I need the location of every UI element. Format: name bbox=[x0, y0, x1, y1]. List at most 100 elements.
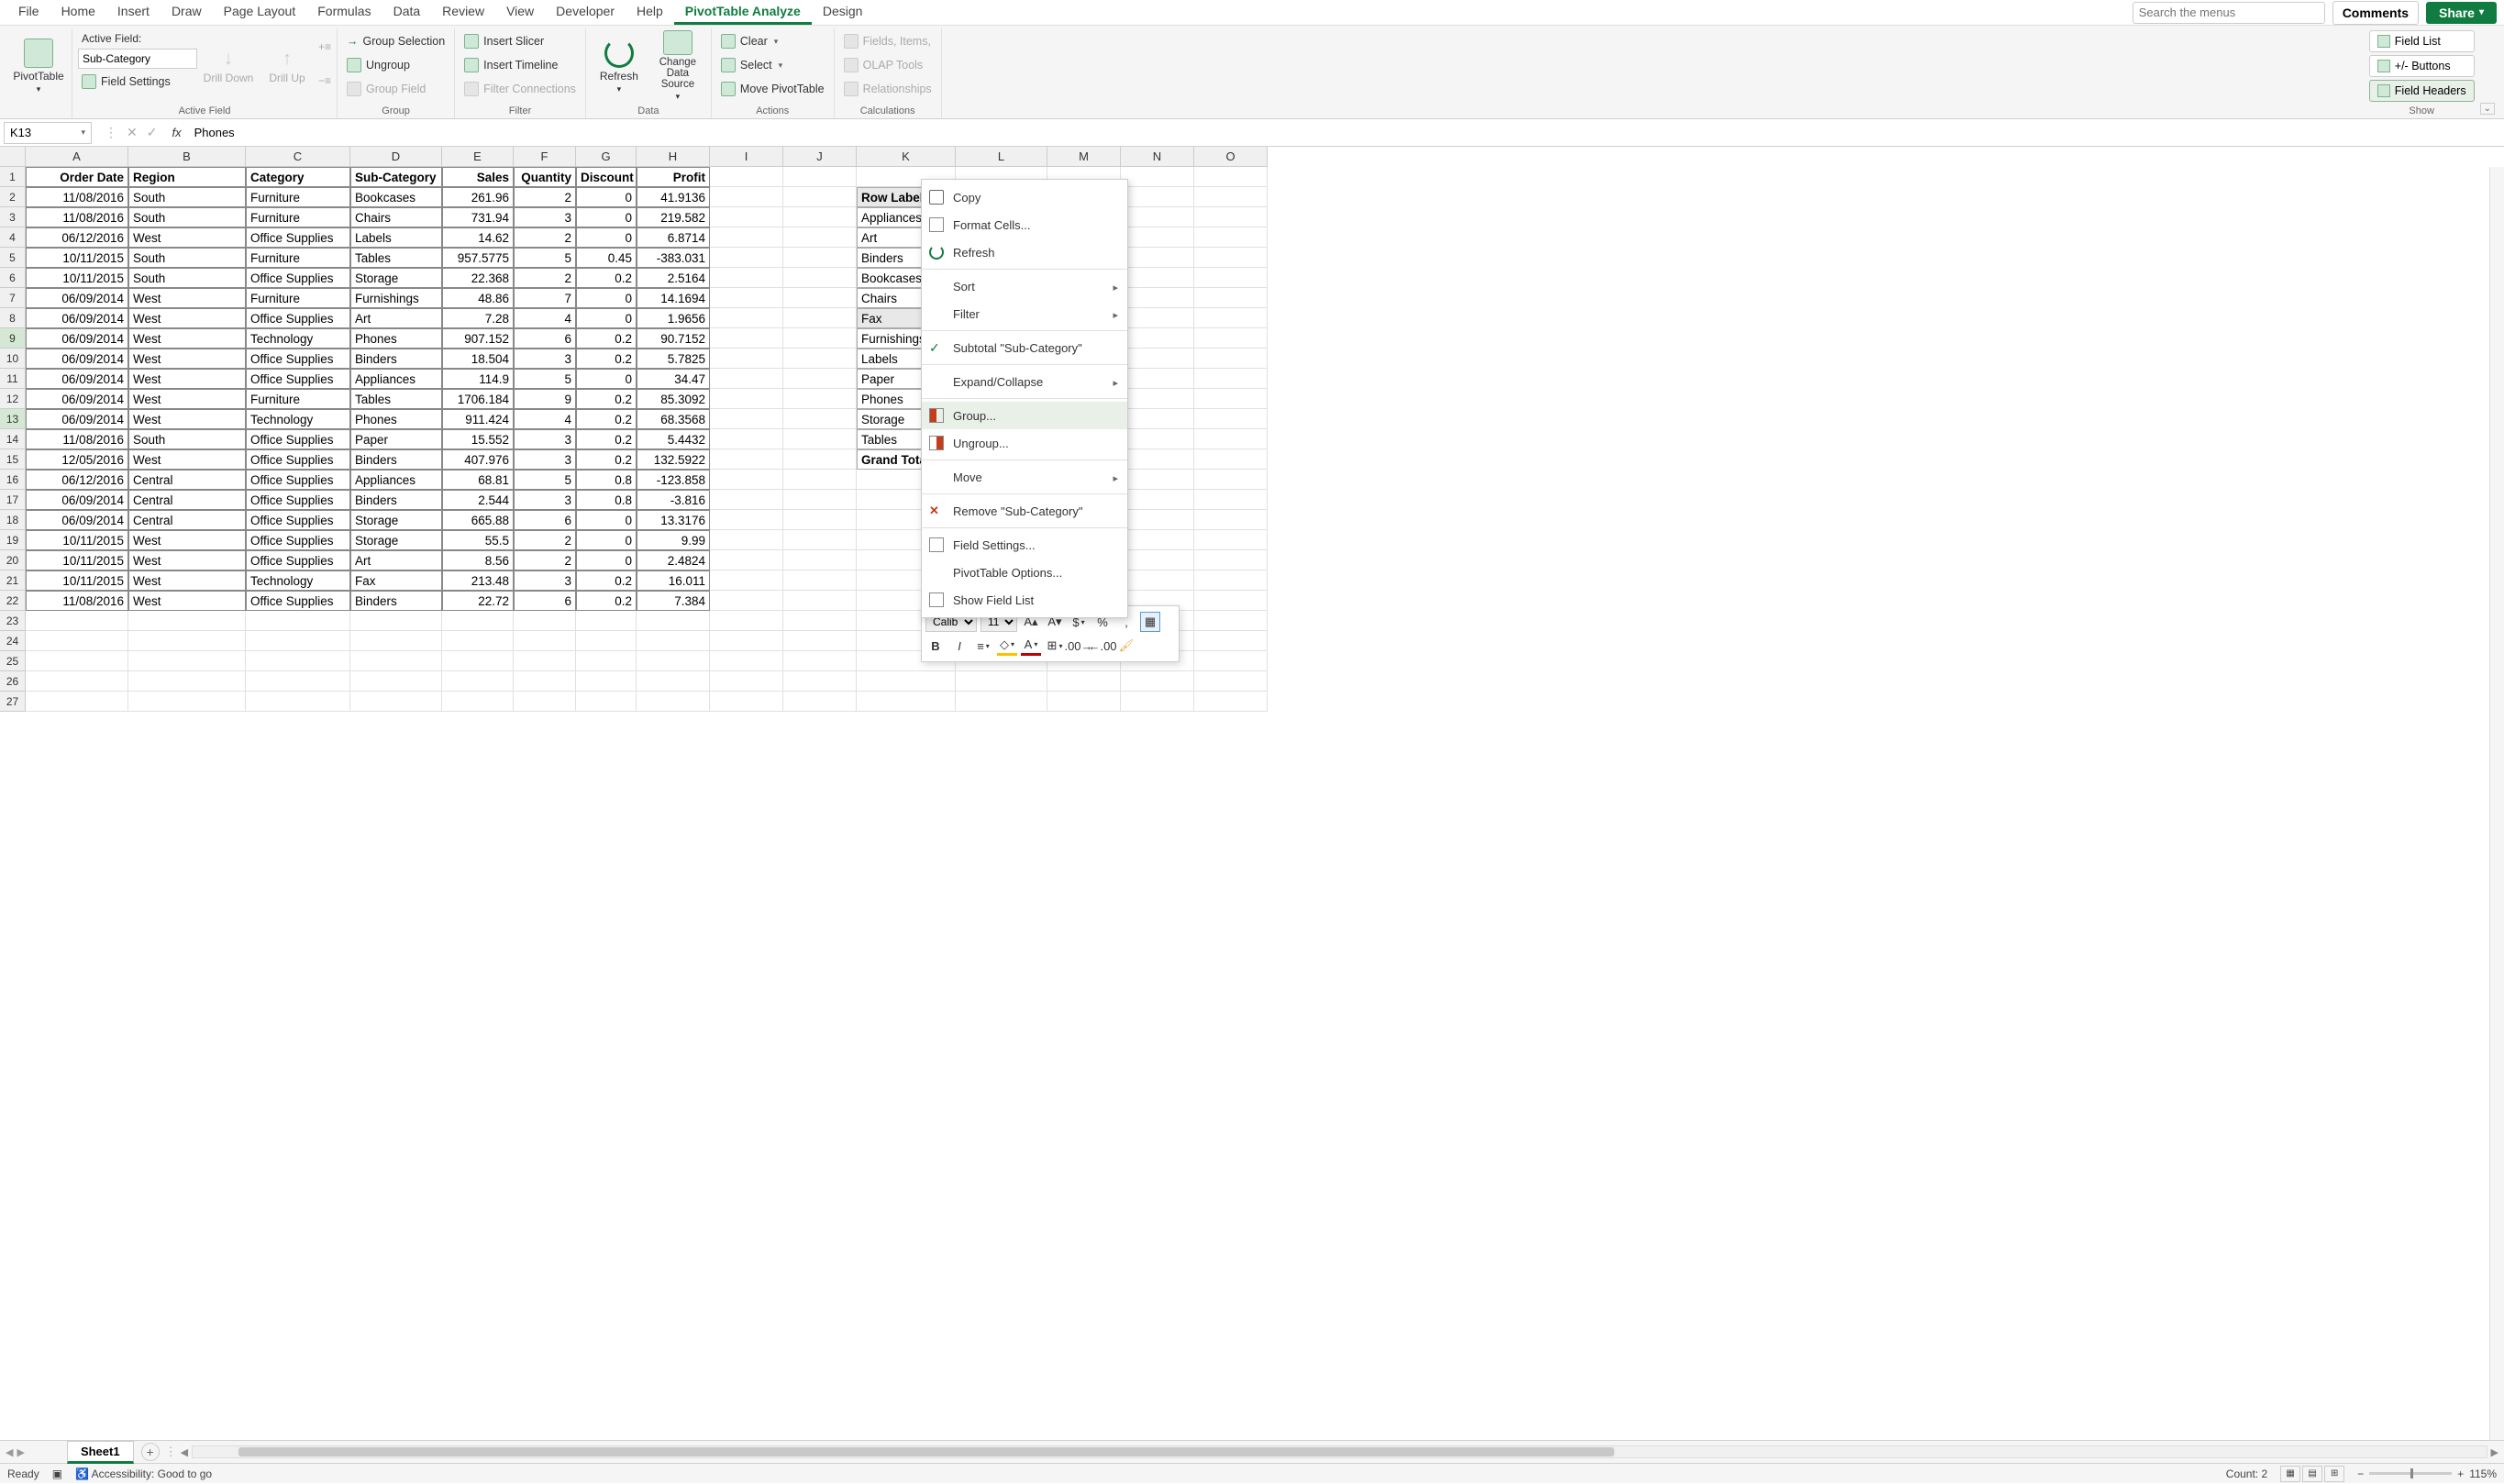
ctx-move[interactable]: Move bbox=[922, 463, 1127, 491]
cell[interactable] bbox=[1121, 692, 1194, 712]
cell[interactable]: 2 bbox=[514, 550, 576, 570]
cell[interactable]: 0.2 bbox=[576, 389, 637, 409]
cell[interactable]: 3 bbox=[514, 449, 576, 470]
cell[interactable] bbox=[1121, 268, 1194, 288]
cell[interactable] bbox=[710, 429, 783, 449]
cell[interactable]: Binders bbox=[350, 490, 442, 510]
menu-tab-pivottable-analyze[interactable]: PivotTable Analyze bbox=[674, 0, 812, 25]
cell[interactable]: 85.3092 bbox=[637, 389, 710, 409]
cell[interactable]: 06/09/2014 bbox=[26, 328, 128, 349]
row-header[interactable]: 5 bbox=[0, 248, 26, 268]
add-sheet-button[interactable]: + bbox=[141, 1443, 160, 1461]
cell[interactable]: Appliances bbox=[350, 470, 442, 490]
cell[interactable] bbox=[1194, 268, 1268, 288]
cell[interactable]: 06/09/2014 bbox=[26, 308, 128, 328]
cell[interactable]: West bbox=[128, 449, 246, 470]
formula-input[interactable] bbox=[187, 122, 2504, 144]
cell[interactable]: Office Supplies bbox=[246, 490, 350, 510]
cell[interactable]: Bookcases bbox=[350, 187, 442, 207]
decrease-decimal-icon[interactable]: ←.00 bbox=[1092, 636, 1113, 656]
cell[interactable]: Storage bbox=[350, 268, 442, 288]
cell[interactable] bbox=[442, 611, 514, 631]
format-painter-icon[interactable]: 🖌 bbox=[1116, 636, 1136, 656]
select-all-corner[interactable] bbox=[0, 147, 26, 167]
cell[interactable]: 06/09/2014 bbox=[26, 389, 128, 409]
cell[interactable]: 68.3568 bbox=[637, 409, 710, 429]
cell[interactable]: 0.8 bbox=[576, 490, 637, 510]
cell[interactable]: 0 bbox=[576, 550, 637, 570]
cell[interactable]: Central bbox=[128, 470, 246, 490]
cell[interactable] bbox=[26, 611, 128, 631]
cell[interactable]: 10/11/2015 bbox=[26, 530, 128, 550]
col-header[interactable]: H bbox=[637, 147, 710, 167]
row-header[interactable]: 18 bbox=[0, 510, 26, 530]
cell[interactable]: 11/08/2016 bbox=[26, 429, 128, 449]
cell[interactable]: Furnishings bbox=[350, 288, 442, 308]
cell[interactable]: Sales bbox=[442, 167, 514, 187]
cell[interactable] bbox=[1047, 692, 1121, 712]
cell[interactable]: 10/11/2015 bbox=[26, 268, 128, 288]
cell[interactable] bbox=[783, 227, 857, 248]
cell[interactable]: 3 bbox=[514, 490, 576, 510]
cell[interactable]: 0.2 bbox=[576, 570, 637, 591]
cell[interactable] bbox=[1121, 429, 1194, 449]
cell[interactable]: Office Supplies bbox=[246, 227, 350, 248]
cell[interactable]: Art bbox=[350, 550, 442, 570]
cell[interactable] bbox=[1121, 490, 1194, 510]
cell[interactable]: 90.7152 bbox=[637, 328, 710, 349]
cell[interactable]: 0.2 bbox=[576, 449, 637, 470]
cell[interactable]: 06/09/2014 bbox=[26, 349, 128, 369]
cell[interactable]: 911.424 bbox=[442, 409, 514, 429]
cell[interactable]: 0 bbox=[576, 187, 637, 207]
cell[interactable]: Binders bbox=[350, 349, 442, 369]
menu-tab-developer[interactable]: Developer bbox=[545, 0, 626, 25]
cell[interactable] bbox=[1194, 288, 1268, 308]
row-header[interactable]: 14 bbox=[0, 429, 26, 449]
row-header[interactable]: 22 bbox=[0, 591, 26, 611]
cell[interactable] bbox=[710, 550, 783, 570]
cell[interactable] bbox=[1194, 449, 1268, 470]
cell[interactable]: 5 bbox=[514, 369, 576, 389]
cell[interactable] bbox=[710, 308, 783, 328]
cell[interactable] bbox=[710, 570, 783, 591]
row-header[interactable]: 27 bbox=[0, 692, 26, 712]
col-header[interactable]: C bbox=[246, 147, 350, 167]
cell[interactable] bbox=[1121, 288, 1194, 308]
cell[interactable] bbox=[1121, 550, 1194, 570]
col-header[interactable]: L bbox=[956, 147, 1047, 167]
cell[interactable]: 2.544 bbox=[442, 490, 514, 510]
cell[interactable] bbox=[1194, 308, 1268, 328]
cell[interactable] bbox=[637, 611, 710, 631]
cell[interactable]: Office Supplies bbox=[246, 510, 350, 530]
cell[interactable]: 5 bbox=[514, 248, 576, 268]
cell[interactable]: Furniture bbox=[246, 187, 350, 207]
cell[interactable]: Office Supplies bbox=[246, 449, 350, 470]
cell[interactable] bbox=[26, 692, 128, 712]
cell[interactable]: Binders bbox=[350, 449, 442, 470]
cell[interactable]: West bbox=[128, 227, 246, 248]
cell[interactable]: Office Supplies bbox=[246, 429, 350, 449]
cell[interactable] bbox=[783, 470, 857, 490]
menu-tab-view[interactable]: View bbox=[495, 0, 545, 25]
row-header[interactable]: 24 bbox=[0, 631, 26, 651]
cell[interactable] bbox=[710, 651, 783, 671]
cell[interactable] bbox=[710, 389, 783, 409]
cell[interactable] bbox=[857, 671, 956, 692]
cell[interactable]: West bbox=[128, 369, 246, 389]
cell[interactable] bbox=[128, 671, 246, 692]
cell[interactable] bbox=[1194, 207, 1268, 227]
row-header[interactable]: 21 bbox=[0, 570, 26, 591]
cell[interactable]: Phones bbox=[350, 409, 442, 429]
cell[interactable] bbox=[1194, 490, 1268, 510]
ribbon-collapse-icon[interactable]: ⌄ bbox=[2480, 103, 2495, 115]
cell[interactable]: 5.7825 bbox=[637, 349, 710, 369]
cell[interactable] bbox=[350, 692, 442, 712]
cell[interactable] bbox=[1194, 530, 1268, 550]
cell[interactable]: -123.858 bbox=[637, 470, 710, 490]
cell[interactable]: 10/11/2015 bbox=[26, 550, 128, 570]
row-header[interactable]: 15 bbox=[0, 449, 26, 470]
cell[interactable] bbox=[783, 349, 857, 369]
cell[interactable] bbox=[350, 611, 442, 631]
row-header[interactable]: 1 bbox=[0, 167, 26, 187]
row-header[interactable]: 9 bbox=[0, 328, 26, 349]
